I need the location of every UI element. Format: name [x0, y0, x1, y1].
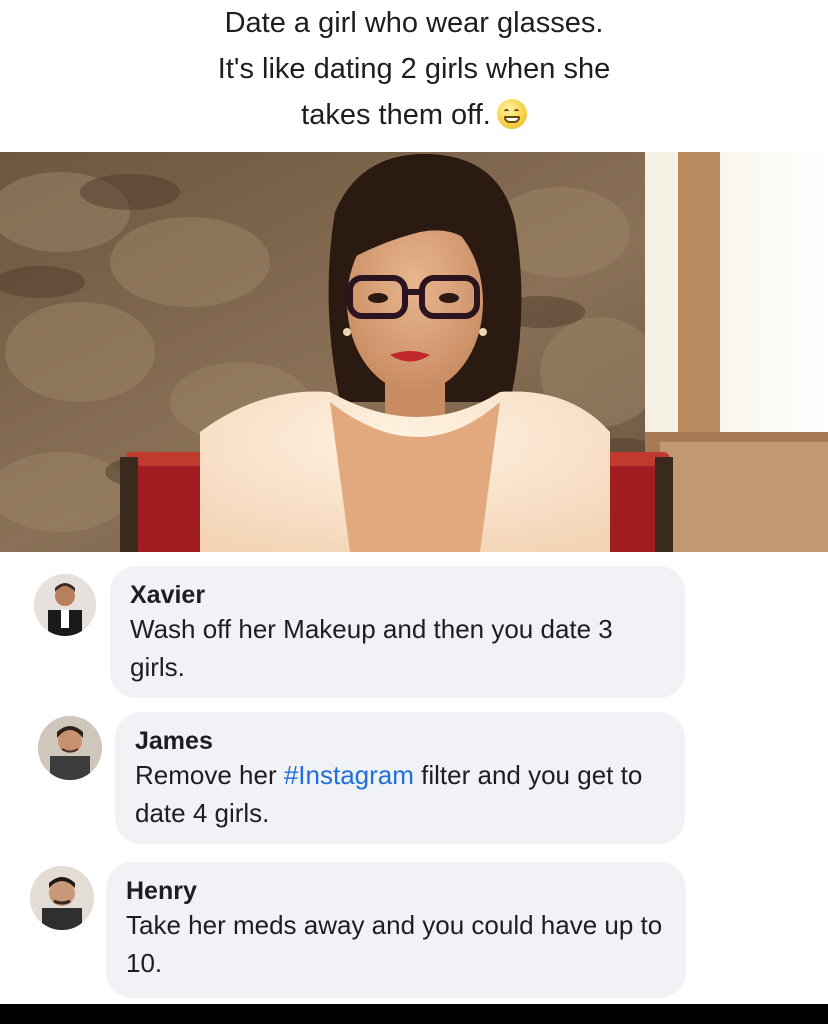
comment: James Remove her #Instagram filter and y… [0, 712, 828, 852]
person-avatar-icon [34, 574, 96, 636]
person-avatar-icon [30, 866, 94, 930]
avatar[interactable] [30, 866, 94, 930]
post-photo[interactable] [0, 152, 828, 552]
comment-text-body: Wash off her Makeup and then you date 3 … [130, 614, 613, 682]
comment: Xavier Wash off her Makeup and then you … [0, 562, 828, 702]
avatar[interactable] [38, 716, 102, 780]
comment-bubble: Henry Take her meds away and you could h… [106, 862, 686, 998]
comment-text: Take her meds away and you could have up… [126, 906, 666, 982]
caption-line: takes them off. [0, 92, 828, 138]
comment-text: Remove her #Instagram filter and you get… [135, 756, 665, 832]
bottom-bar [0, 1004, 828, 1024]
grinning-face-emoji-icon [496, 99, 527, 129]
comment-author[interactable]: Xavier [130, 580, 665, 610]
comment-author[interactable]: Henry [126, 876, 666, 906]
comment-text-body: Take her meds away and you could have up… [126, 910, 663, 978]
comment-bubble: James Remove her #Instagram filter and y… [115, 712, 685, 844]
comment-bubble: Xavier Wash off her Makeup and then you … [110, 566, 685, 698]
comment-text: Wash off her Makeup and then you date 3 … [130, 610, 665, 686]
caption-line-text: takes them off. [301, 99, 491, 131]
post-caption: Date a girl who wear glasses. It's like … [0, 0, 828, 150]
hashtag-link[interactable]: #Instagram [284, 760, 414, 790]
person-avatar-icon [38, 716, 102, 780]
avatar[interactable] [34, 574, 96, 636]
comment-author[interactable]: James [135, 726, 665, 756]
comment-text-start: Remove her [135, 760, 284, 790]
caption-line: Date a girl who wear glasses. [224, 7, 604, 39]
comment: Henry Take her meds away and you could h… [0, 860, 828, 1004]
comments-section: Xavier Wash off her Makeup and then you … [0, 552, 828, 1004]
woman-with-glasses-photo [0, 152, 828, 552]
caption-line: It's like dating 2 girls when she [217, 53, 611, 85]
